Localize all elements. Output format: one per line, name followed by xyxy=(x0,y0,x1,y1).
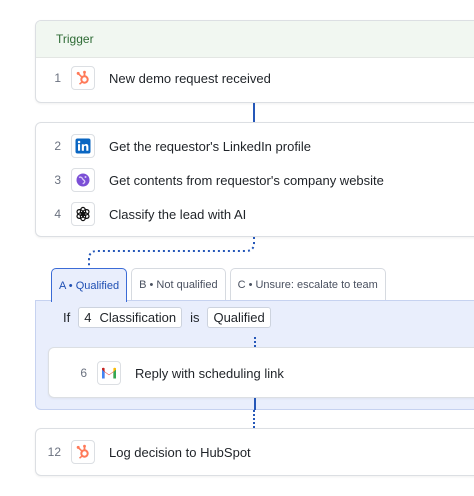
condition-value[interactable]: Qualified xyxy=(207,306,271,328)
step-label: New demo request received xyxy=(109,70,271,86)
dotted-connector xyxy=(253,410,255,428)
hubspot-icon xyxy=(71,440,95,464)
step-label: Get the requestor's LinkedIn profile xyxy=(109,138,311,154)
step-label: Log decision to HubSpot xyxy=(109,444,251,460)
step-number: 12 xyxy=(47,445,61,459)
step-label: Reply with scheduling link xyxy=(135,365,284,381)
flow-connector xyxy=(254,398,256,410)
steps-card: 2 Get the requestor's LinkedIn profile 3… xyxy=(35,122,474,237)
step-row-hubspot-log[interactable]: 12 Log decision to HubSpot xyxy=(36,437,251,467)
trigger-card[interactable]: Trigger 1 New demo request received xyxy=(35,20,474,103)
branch-panel: If 4 Classification is Qualified 6 Reply… xyxy=(35,300,474,410)
step-number: 3 xyxy=(54,173,61,187)
branch-step-card[interactable]: 6 Reply with scheduling link xyxy=(48,347,474,398)
tab-branch-a[interactable]: A • Qualified xyxy=(51,268,128,302)
branch-tabs: A • Qualified B • Not qualified C • Unsu… xyxy=(51,268,390,302)
step-number: 4 xyxy=(54,207,61,221)
branch-connector xyxy=(88,237,255,268)
dotted-connector xyxy=(254,337,256,347)
step-number: 2 xyxy=(54,139,61,153)
condition-row: If 4 Classification is Qualified xyxy=(63,306,271,328)
step-label: Classify the lead with AI xyxy=(109,206,247,222)
openai-icon xyxy=(71,202,95,226)
trigger-header: Trigger xyxy=(36,21,474,58)
step-row-linkedin[interactable]: 2 Get the requestor's LinkedIn profile xyxy=(36,131,311,161)
step-number: 6 xyxy=(80,366,87,380)
condition-if: If xyxy=(63,309,71,325)
condition-is: is xyxy=(190,309,200,325)
hubspot-icon xyxy=(71,66,95,90)
step-row-ai[interactable]: 4 Classify the lead with AI xyxy=(36,199,246,229)
tab-branch-b[interactable]: B • Not qualified xyxy=(131,268,226,301)
step-row-web[interactable]: 3 Get contents from requestor's company … xyxy=(36,165,384,195)
step-label: Get contents from requestor's company we… xyxy=(109,172,384,188)
condition-step-ref-num: 4 xyxy=(84,309,92,325)
flow-connector xyxy=(253,103,255,122)
web-icon xyxy=(71,168,95,192)
trigger-header-label: Trigger xyxy=(56,32,94,46)
final-step-card[interactable]: 12 Log decision to HubSpot xyxy=(35,428,474,476)
step-number: 1 xyxy=(54,71,61,85)
gmail-icon xyxy=(97,361,121,385)
step-row-gmail[interactable]: 6 Reply with scheduling link xyxy=(49,358,284,388)
step-row-trigger[interactable]: 1 New demo request received xyxy=(36,63,271,93)
linkedin-icon xyxy=(71,134,95,158)
tab-branch-c[interactable]: C • Unsure: escalate to team xyxy=(229,268,386,301)
condition-step-ref[interactable]: 4 Classification xyxy=(78,306,183,328)
condition-step-ref-label: Classification xyxy=(99,309,177,325)
